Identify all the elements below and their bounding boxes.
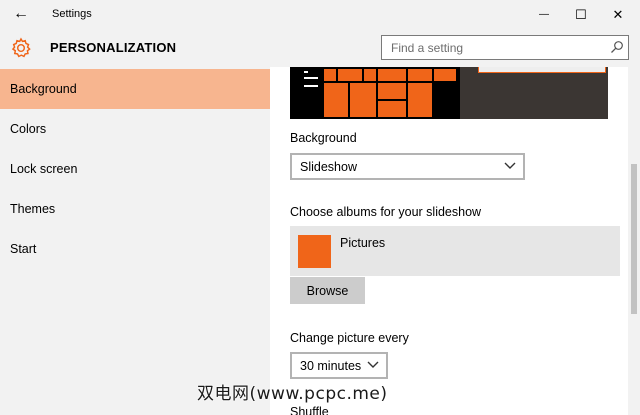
preview-menu-line <box>304 85 318 87</box>
page-header: PERSONALIZATION <box>0 29 640 67</box>
back-arrow-icon: ← <box>13 5 29 22</box>
preview-desktop-image <box>460 67 608 119</box>
window-title: Settings <box>52 8 92 20</box>
preview-tile <box>324 69 336 81</box>
preview-menu-line <box>304 71 308 73</box>
albums-label: Choose albums for your slideshow <box>290 205 482 219</box>
page-title: PERSONALIZATION <box>50 40 177 55</box>
preview-tile <box>324 83 348 117</box>
preview-tile <box>408 83 432 117</box>
background-dropdown-value: Slideshow <box>300 159 357 174</box>
interval-dropdown-value: 30 minutes <box>300 358 362 373</box>
main-content: Background Slideshow Choose albums for y… <box>270 67 640 415</box>
background-label: Background <box>290 131 357 145</box>
album-item-pictures[interactable]: Pictures <box>290 226 620 276</box>
chevron-down-icon <box>504 162 516 169</box>
sidebar-item-start[interactable]: Start <box>0 229 270 269</box>
background-dropdown[interactable]: Slideshow <box>290 153 525 180</box>
album-thumbnail <box>298 235 331 268</box>
watermark: 双电网(www.pcpc.me) <box>197 384 388 404</box>
title-bar: ← Settings — ☐ ✕ <box>0 0 640 29</box>
browse-button[interactable]: Browse <box>290 277 365 304</box>
preview-tile <box>350 83 376 117</box>
background-preview <box>290 67 608 119</box>
preview-tile <box>338 69 362 81</box>
scrollbar[interactable] <box>628 67 640 415</box>
search-input[interactable] <box>382 36 592 59</box>
gear-icon <box>11 37 31 58</box>
sidebar-item-lock-screen[interactable]: Lock screen <box>0 149 270 189</box>
preview-menu-line <box>304 77 318 79</box>
close-button[interactable]: ✕ <box>596 0 640 29</box>
sidebar: Background Colors Lock screen Themes Sta… <box>0 67 270 415</box>
maximize-icon: ☐ <box>575 6 587 22</box>
interval-dropdown[interactable]: 30 minutes <box>290 352 388 379</box>
minimize-icon: — <box>539 9 549 20</box>
preview-tile <box>408 69 432 81</box>
close-icon: ✕ <box>612 6 624 22</box>
search-box[interactable] <box>381 35 629 60</box>
interval-label: Change picture every <box>290 331 409 345</box>
shuffle-label: Shuffle <box>290 405 329 415</box>
sidebar-item-themes[interactable]: Themes <box>0 189 270 229</box>
chevron-down-icon <box>367 361 379 368</box>
preview-tile <box>364 69 376 81</box>
back-button[interactable]: ← <box>8 4 34 24</box>
preview-tile <box>378 101 406 117</box>
preview-tile <box>378 69 406 81</box>
sidebar-item-background[interactable]: Background <box>0 69 270 109</box>
preview-tile <box>434 69 456 81</box>
preview-tile <box>378 83 406 99</box>
search-icon[interactable] <box>610 40 624 54</box>
sidebar-item-colors[interactable]: Colors <box>0 109 270 149</box>
preview-window <box>478 67 606 73</box>
album-name: Pictures <box>340 236 386 250</box>
scroll-thumb[interactable] <box>631 164 637 314</box>
